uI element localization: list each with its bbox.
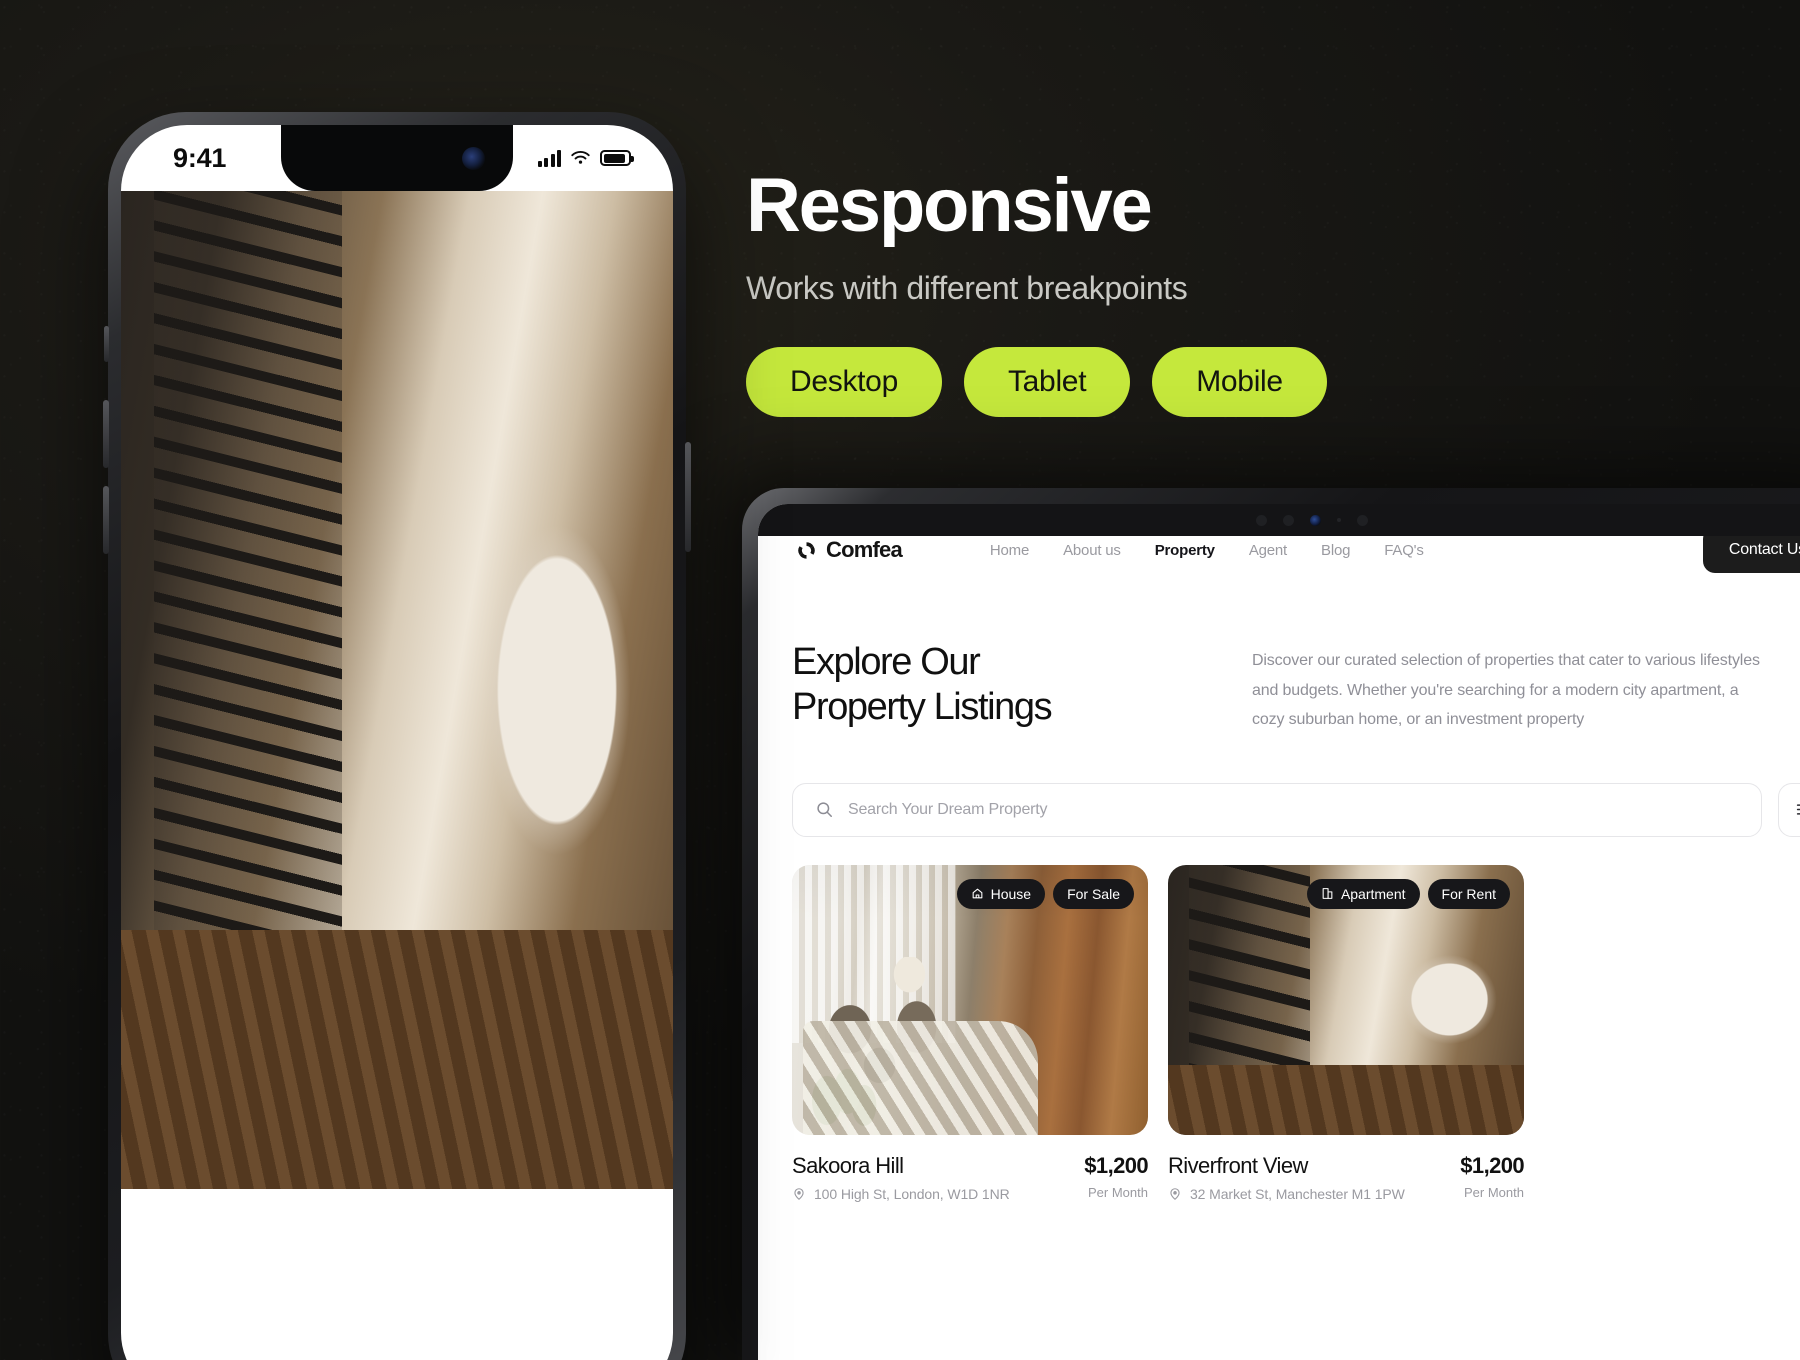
volume-down-button[interactable]	[103, 486, 109, 554]
property-tag-status: For Sale	[1053, 878, 1134, 909]
nav-item-about-us[interactable]: About us	[1063, 542, 1121, 559]
tablet-intro-section: Explore Our Property Listings Discover o…	[792, 640, 1800, 735]
filter-sliders-icon	[1796, 804, 1800, 815]
phone-app-content: Comfea House For Sale	[121, 191, 673, 1190]
property-card-body: Sakoora Hill 100 High St, London, W1D 1N…	[792, 1152, 1149, 1202]
breakpoint-pill-group: Desktop Tablet Mobile	[746, 347, 1506, 417]
comfea-logo-icon	[798, 541, 815, 559]
property-price: $1,200	[1460, 1152, 1524, 1178]
tablet-nav-links: Home About us Property Agent Blog FAQ's	[990, 542, 1424, 559]
sensor-icon	[1256, 514, 1267, 526]
pill-tablet[interactable]: Tablet	[963, 347, 1131, 417]
status-indicators	[537, 149, 634, 167]
property-name: Sakoora Hill	[792, 1152, 904, 1178]
property-address-text: 32 Market St, Manchester M1 1PW	[1190, 1185, 1405, 1202]
power-button[interactable]	[685, 442, 691, 552]
search-input[interactable]: Search Your Dream Property	[792, 782, 1762, 837]
filter-button[interactable]	[1778, 782, 1800, 837]
cellular-bars-icon	[537, 149, 561, 167]
sensor-icon	[1357, 514, 1368, 526]
volume-up-button[interactable]	[103, 400, 109, 468]
status-clock: 9:41	[173, 142, 227, 173]
tablet-page-content: Comfea Home About us Property Agent Blog…	[758, 504, 1800, 1202]
pill-desktop[interactable]: Desktop	[746, 347, 942, 417]
property-gallery	[121, 191, 673, 1190]
map-pin-icon	[1170, 1187, 1180, 1200]
property-price: $1,200	[1084, 1152, 1148, 1178]
property-card[interactable]: House For Sale Sakoora Hill 100 High St,…	[792, 864, 1149, 1202]
tablet-screen: Comfea Home About us Property Agent Blog…	[758, 504, 1800, 1360]
nav-item-agent[interactable]: Agent	[1249, 542, 1287, 559]
tablet-mockup: Comfea Home About us Property Agent Blog…	[742, 488, 1800, 1360]
nav-item-property[interactable]: Property	[1155, 542, 1215, 559]
property-name: Riverfront View	[1168, 1152, 1308, 1178]
property-tag-group: Apartment For Rent	[1306, 878, 1510, 909]
sensor-icon	[1337, 518, 1341, 522]
map-pin-icon	[794, 1187, 804, 1200]
tablet-logo[interactable]: Comfea	[796, 537, 903, 563]
phone-status-bar: 9:41	[121, 125, 673, 191]
nav-item-faqs[interactable]: FAQ's	[1384, 542, 1424, 559]
property-next-image[interactable]	[121, 191, 673, 1190]
search-placeholder-text: Search Your Dream Property	[848, 800, 1048, 818]
section-heading-line-1: Explore Our	[792, 641, 981, 683]
pill-mobile[interactable]: Mobile	[1152, 347, 1327, 417]
page-title: Responsive	[746, 163, 1153, 248]
property-tag-label: House	[990, 885, 1032, 902]
section-heading: Explore Our Property Listings	[792, 640, 1222, 730]
property-card-list: House For Sale Sakoora Hill 100 High St,…	[792, 864, 1800, 1202]
property-price-block: $1,200 Per Month	[1084, 1153, 1148, 1200]
tablet-sensor-bar	[758, 504, 1800, 536]
nav-item-home[interactable]: Home	[990, 542, 1029, 559]
property-address: 100 High St, London, W1D 1NR	[792, 1186, 1010, 1202]
section-description: Discover our curated selection of proper…	[1252, 652, 1760, 729]
promo-canvas: Responsive Works with different breakpoi…	[0, 0, 1800, 1360]
mute-switch[interactable]	[104, 326, 109, 362]
property-tag-apartment: Apartment	[1306, 878, 1420, 909]
nav-item-blog[interactable]: Blog	[1321, 542, 1350, 559]
property-tag-status: For Rent	[1427, 878, 1510, 909]
house-icon	[972, 888, 982, 899]
property-tag-label: Apartment	[1340, 885, 1406, 902]
property-image: House For Sale	[792, 864, 1148, 1135]
property-card-body: Riverfront View 32 Market St, Manchester…	[1168, 1152, 1525, 1202]
property-tag-group: House For Sale	[956, 878, 1134, 909]
promo-subtitle: Works with different breakpoints	[746, 270, 1188, 306]
phone-screen: 9:41	[121, 125, 673, 1360]
property-price-period: Per Month	[1464, 1184, 1524, 1200]
promo-copy-block: Responsive Works with different breakpoi…	[746, 168, 1506, 417]
property-price-block: $1,200 Per Month	[1460, 1153, 1524, 1200]
section-heading-line-2: Property Listings	[792, 685, 1053, 728]
property-address-text: 100 High St, London, W1D 1NR	[814, 1185, 1010, 1202]
property-tag-house: House	[956, 878, 1046, 909]
property-price-period: Per Month	[1088, 1184, 1148, 1200]
apartment-icon	[1322, 888, 1333, 900]
search-icon	[817, 802, 832, 818]
search-row: Search Your Dream Property	[792, 782, 1800, 837]
tablet-brand-name: Comfea	[826, 537, 903, 562]
property-address: 32 Market St, Manchester M1 1PW	[1168, 1186, 1405, 1202]
front-camera-icon	[1310, 514, 1321, 526]
wifi-icon	[571, 151, 590, 164]
interior-photo	[121, 191, 673, 1190]
property-image: Apartment For Rent	[1168, 864, 1524, 1135]
property-card[interactable]: Apartment For Rent Riverfront View 32 Ma…	[1168, 864, 1525, 1202]
phone-mockup: 9:41	[103, 112, 691, 1360]
sensor-icon	[1283, 514, 1294, 526]
battery-icon	[600, 150, 634, 166]
